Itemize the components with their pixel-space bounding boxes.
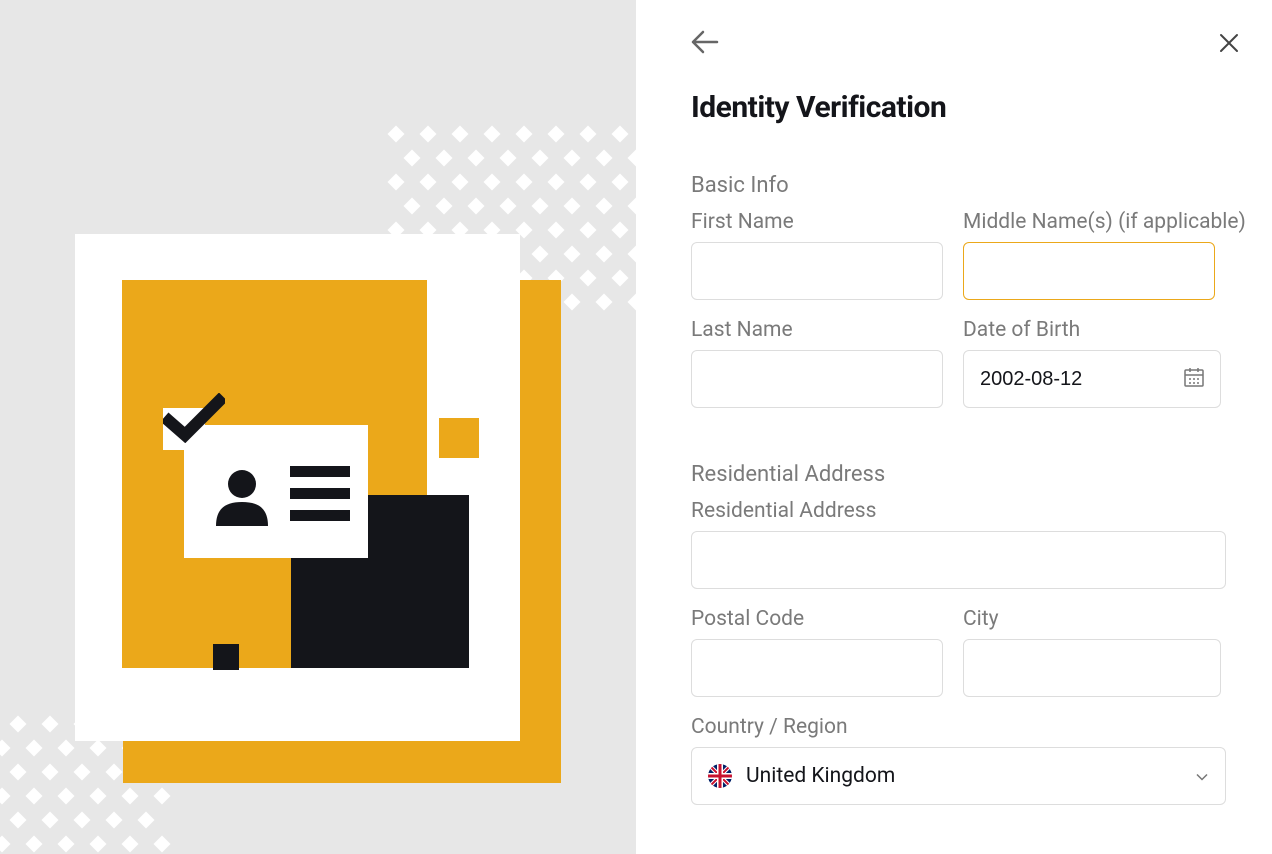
uk-flag-icon bbox=[708, 764, 732, 788]
postal-code-label: Postal Code bbox=[691, 607, 943, 631]
close-button[interactable] bbox=[1219, 33, 1241, 55]
modal-header bbox=[691, 30, 1241, 58]
checkmark-icon bbox=[163, 393, 225, 447]
dob-label: Date of Birth bbox=[963, 318, 1221, 342]
id-lines-icon bbox=[290, 466, 352, 526]
city-label: City bbox=[963, 607, 1221, 631]
country-value: United Kingdom bbox=[746, 764, 895, 788]
arrow-left-icon bbox=[691, 30, 719, 54]
middle-name-input[interactable] bbox=[963, 242, 1215, 300]
last-name-input[interactable] bbox=[691, 350, 943, 408]
first-name-label: First Name bbox=[691, 210, 943, 234]
first-name-input[interactable] bbox=[691, 242, 943, 300]
postal-code-input[interactable] bbox=[691, 639, 943, 697]
person-icon bbox=[214, 468, 270, 530]
illustration-panel: // placeholder so structure remains; dia… bbox=[0, 0, 636, 854]
city-input[interactable] bbox=[963, 639, 1221, 697]
section-residential-label: Residential Address bbox=[691, 462, 1272, 487]
address-label: Residential Address bbox=[691, 499, 1226, 523]
address-input[interactable] bbox=[691, 531, 1226, 589]
last-name-label: Last Name bbox=[691, 318, 943, 342]
country-label: Country / Region bbox=[691, 715, 1226, 739]
back-button[interactable] bbox=[691, 30, 719, 58]
middle-name-label: Middle Name(s) (if applicable) bbox=[963, 210, 1246, 234]
form-panel: Identity Verification Basic Info First N… bbox=[636, 0, 1272, 854]
country-select[interactable]: United Kingdom bbox=[691, 747, 1226, 805]
illustration-small-black-square bbox=[213, 644, 239, 670]
section-basic-info-label: Basic Info bbox=[691, 173, 1272, 198]
page-title: Identity Verification bbox=[691, 90, 1272, 125]
close-icon bbox=[1219, 33, 1239, 53]
illustration-small-yellow-square bbox=[439, 418, 479, 458]
dob-input[interactable] bbox=[963, 350, 1221, 408]
